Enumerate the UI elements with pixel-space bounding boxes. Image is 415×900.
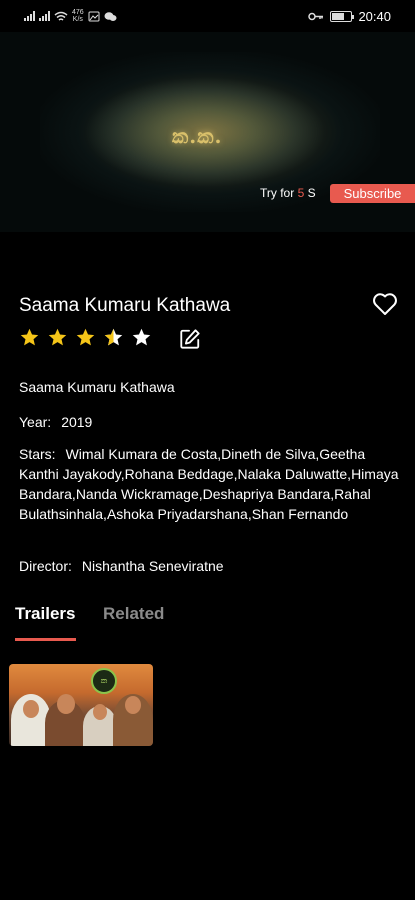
active-tab-indicator — [15, 638, 76, 641]
video-title-logo: ක.ක. — [172, 124, 223, 148]
thumbnail-face — [57, 694, 75, 714]
director-row: Director: Nishantha Seneviratne — [19, 556, 224, 576]
signal-icon-2 — [39, 11, 50, 21]
thumbnail-face — [125, 696, 141, 714]
trial-prefix: Try for — [260, 186, 295, 200]
empty-star-icon[interactable] — [131, 327, 152, 348]
speed-value: 476 — [72, 9, 84, 16]
thumbnail-face — [93, 704, 107, 720]
year-row: Year: 2019 — [19, 412, 92, 432]
trial-timer: Try for 5 S — [260, 186, 316, 200]
star-icon[interactable] — [75, 327, 96, 348]
status-time: 20:40 — [358, 8, 391, 24]
key-icon — [308, 12, 324, 20]
trial-count: 5 — [297, 186, 305, 200]
year-label: Year: — [19, 414, 52, 430]
chat-notification-icon — [104, 11, 117, 21]
year-value: 2019 — [61, 414, 93, 430]
star-icon[interactable] — [47, 327, 68, 348]
speed-unit: K/s — [72, 16, 83, 23]
trial-unit: S — [307, 186, 316, 200]
star-icon[interactable] — [19, 327, 40, 348]
thumbnail-logo-badge: ක — [91, 668, 117, 694]
battery-icon — [330, 10, 355, 22]
rating-stars[interactable] — [19, 327, 152, 348]
status-bar: 476 K/s 20:40 — [0, 0, 415, 32]
network-speed: 476 K/s — [72, 9, 84, 23]
signal-icon — [24, 11, 35, 21]
movie-description: Saama Kumaru Kathawa — [19, 379, 175, 395]
subscribe-button[interactable]: Subscribe — [330, 184, 415, 203]
wifi-icon — [54, 11, 68, 21]
tab-related[interactable]: Related — [103, 604, 164, 624]
stars-row: Stars: Wimal Kumara de Costa,Dineth de Si… — [19, 444, 399, 524]
status-icons: 476 K/s — [24, 9, 117, 23]
edit-review-icon[interactable] — [179, 328, 201, 350]
image-notification-icon — [88, 11, 100, 21]
half-star-icon[interactable] — [103, 327, 124, 348]
favorite-heart-icon[interactable] — [372, 292, 398, 316]
trailer-thumbnail[interactable]: ක — [9, 664, 153, 746]
director-label: Director: — [19, 558, 72, 574]
tab-trailers[interactable]: Trailers — [15, 604, 76, 624]
director-value: Nishantha Seneviratne — [81, 558, 224, 574]
movie-title: Saama Kumaru Kathawa — [19, 295, 231, 316]
stars-label: Stars: — [19, 446, 56, 462]
thumbnail-face — [23, 700, 39, 718]
stars-value: Wimal Kumara de Costa,Dineth de Silva,Ge… — [19, 446, 399, 522]
status-right: 20:40 — [308, 9, 391, 24]
